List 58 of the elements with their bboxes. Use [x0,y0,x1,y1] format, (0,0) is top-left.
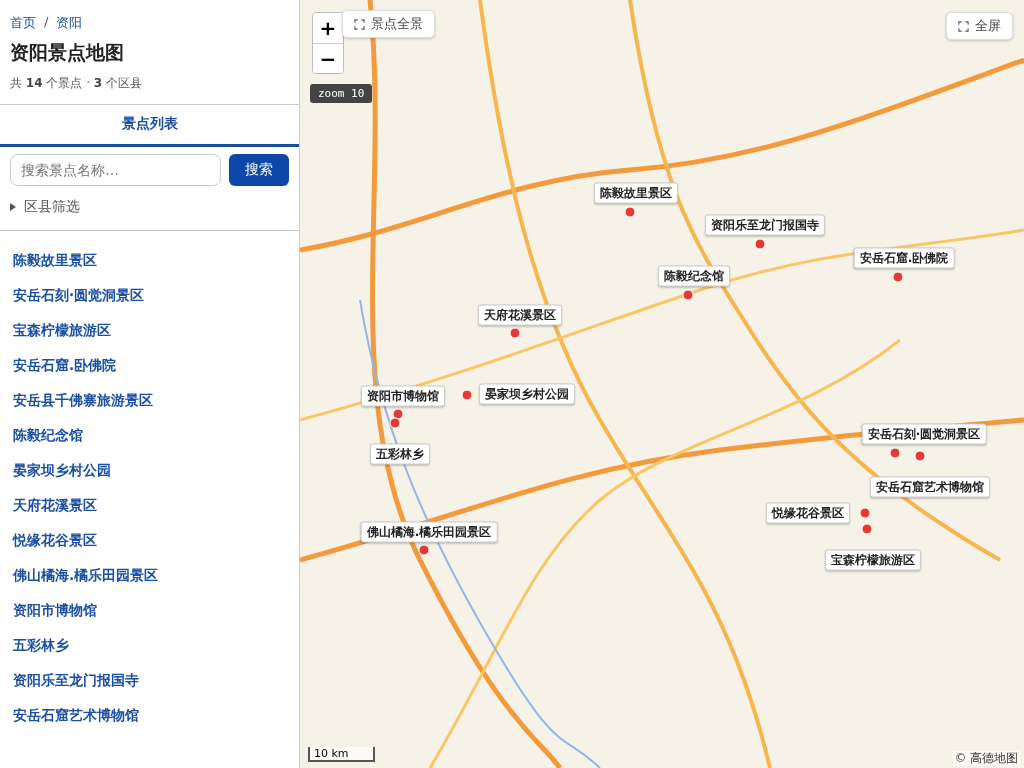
marker-label[interactable]: 安岳石窟.卧佛院 [853,247,955,269]
spot-link[interactable]: 天府花溪景区 [13,496,97,515]
map-marker[interactable] [682,289,694,301]
marker-label[interactable]: 资阳市博物馆 [361,385,445,407]
map-marker[interactable] [754,238,766,250]
spot-link[interactable]: 安岳石刻·圆觉洞景区 [13,286,145,305]
triangle-icon [10,203,16,211]
spot-link[interactable]: 悦缘花谷景区 [13,531,97,550]
marker-label[interactable]: 悦缘花谷景区 [766,502,850,524]
search-button[interactable]: 搜索 [229,154,289,186]
spot-link[interactable]: 佛山橘海.橘乐田园景区 [13,566,159,585]
map-marker[interactable] [509,327,521,339]
fullscreen-icon [958,20,969,32]
zoom-level-badge: zoom 10 [310,84,373,103]
marker-label[interactable]: 陈毅故里景区 [594,182,678,204]
map-marker[interactable] [389,417,401,429]
map-marker[interactable] [461,389,473,401]
marker-label[interactable]: 晏家坝乡村公园 [479,383,575,405]
spot-link[interactable]: 五彩林乡 [13,636,69,655]
zoom-out-button[interactable]: − [313,43,343,73]
page-title: 资阳景点地图 [10,40,125,65]
marker-label[interactable]: 天府花溪景区 [478,304,562,326]
marker-label[interactable]: 陈毅纪念馆 [658,265,730,287]
marker-label[interactable]: 五彩林乡 [370,443,430,465]
marker-label[interactable]: 安岳石窟艺术博物馆 [870,476,990,498]
spot-link[interactable]: 宝森柠檬旅游区 [13,321,111,340]
spot-link[interactable]: 晏家坝乡村公园 [13,461,111,480]
marker-label[interactable]: 佛山橘海.橘乐田园景区 [360,521,498,543]
spot-link[interactable]: 陈毅故里景区 [13,251,97,270]
map-marker[interactable] [889,447,901,459]
spot-link[interactable]: 陈毅纪念馆 [13,426,83,445]
overview-button[interactable]: 景点全景 [342,10,435,38]
district-filter-toggle[interactable]: 区县筛选 [0,186,299,231]
fullscreen-icon [354,18,365,30]
marker-label[interactable]: 宝森柠檬旅游区 [825,549,921,571]
spot-link[interactable]: 安岳石窟艺术博物馆 [13,706,139,725]
scale-bar: 10 km [308,747,375,762]
map-marker[interactable] [392,408,404,420]
breadcrumb-separator: / [44,14,49,31]
fullscreen-button[interactable]: 全屏 [946,12,1013,40]
map-marker[interactable] [624,206,636,218]
breadcrumb-link[interactable]: 首页 [10,14,36,32]
map-marker[interactable] [859,507,871,519]
marker-label[interactable]: 资阳乐至龙门报国寺 [705,214,825,236]
map-marker[interactable] [914,450,926,462]
spot-link[interactable]: 安岳县千佛寨旅游景区 [13,391,153,410]
map-attribution: © 高德地图 [952,751,1020,766]
spot-link[interactable]: 资阳乐至龙门报国寺 [13,671,139,690]
marker-label[interactable]: 安岳石刻·圆觉洞景区 [861,423,987,445]
search-field[interactable]: 搜索景点名称… [10,154,221,186]
summary-text: 共 14 个景点 · 3 个区县 [10,75,143,92]
spot-link[interactable]: 资阳市博物馆 [13,601,97,620]
map-marker[interactable] [892,271,904,283]
map-marker[interactable] [861,523,873,535]
map-view[interactable]: + − 景点全景 全屏 zoom 10 10 km © 高德地图 陈毅故里景区 资阳乐至龙门报国寺 安岳石窟.卧佛院 陈毅纪念馆 天府花溪景区 资阳市博物馆 晏家坝乡村公园 五彩林乡 安岳石刻·圆觉洞景区 安岳石窟艺术博物馆 悦缘花谷景区 宝森柠檬旅游区 佛山橘海.橘乐田园景区 [300,0,1024,768]
map-marker[interactable] [418,544,430,556]
spot-link[interactable]: 安岳石窟.卧佛院 [13,356,117,375]
breadcrumb-link[interactable]: 资阳 [56,14,83,32]
